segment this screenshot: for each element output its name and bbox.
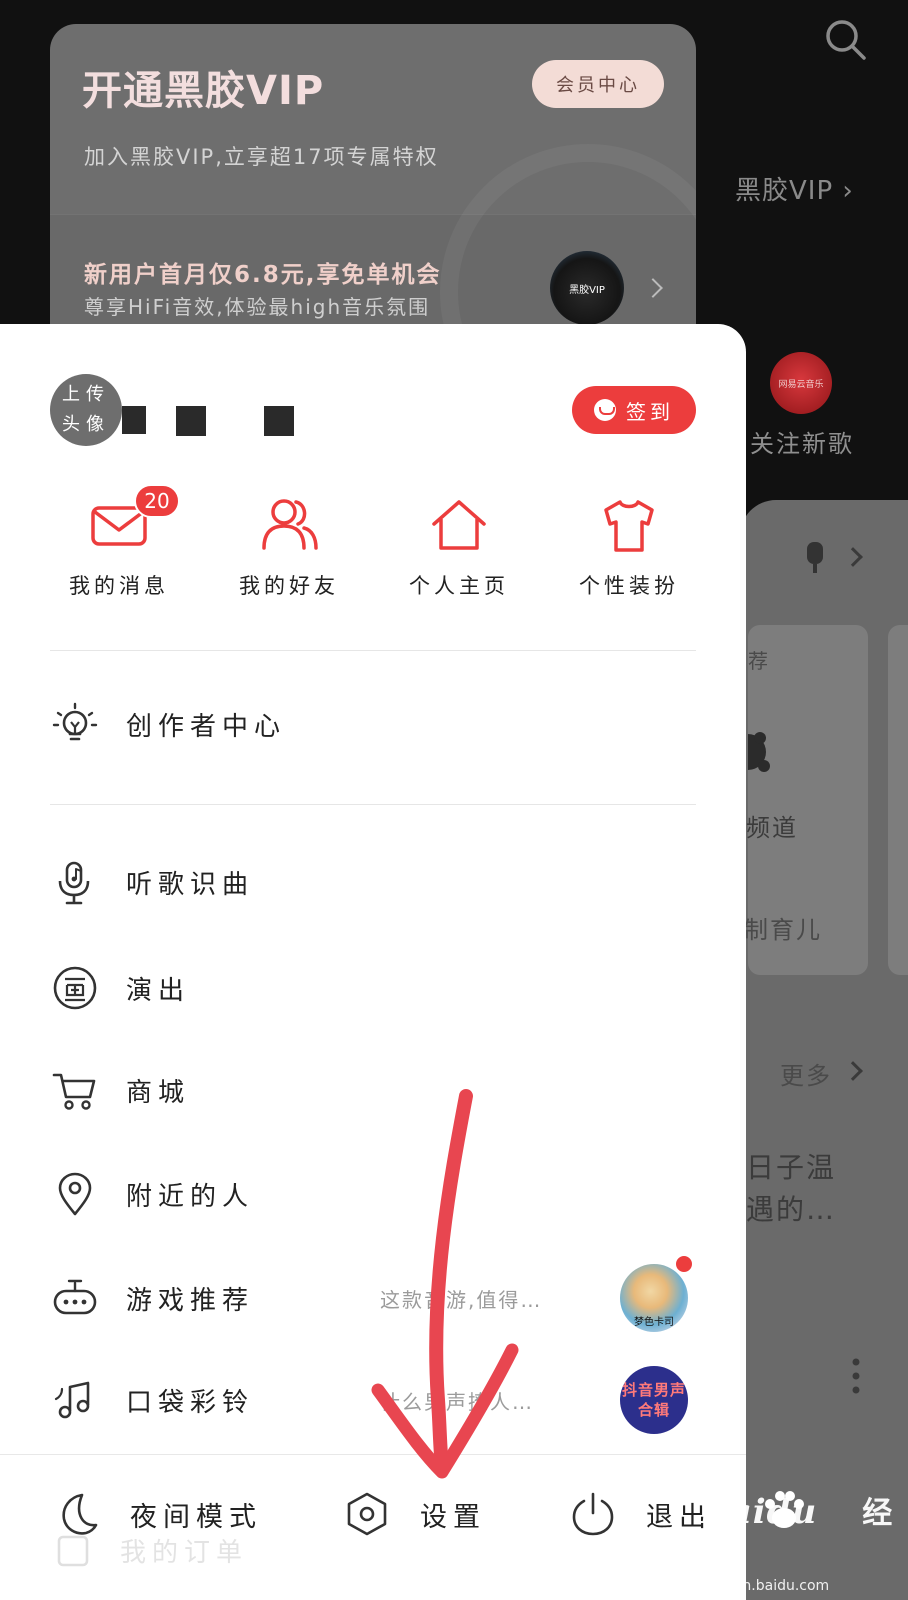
- check-in-label: 签到: [626, 399, 674, 424]
- panda-icon: [748, 732, 770, 772]
- quick-actions: 20 我的消息 我的好友 个人主页 个性装扮: [34, 484, 714, 600]
- vip-link[interactable]: 黑胶VIP ›: [735, 170, 854, 207]
- ringtone-hint: 什么男声撩人…: [380, 1389, 534, 1414]
- ringtone-icon: [54, 1381, 90, 1419]
- menu-label: 游戏推荐: [126, 1285, 255, 1316]
- redacted-username-block: [264, 406, 294, 436]
- check-in-button[interactable]: 签到: [572, 386, 696, 434]
- settings-hexagon-icon: [347, 1492, 387, 1536]
- ringtone-thumbnail[interactable]: 抖音男声合辑: [620, 1366, 688, 1434]
- moon-icon: [62, 1493, 98, 1535]
- ticket-icon: [53, 966, 97, 1010]
- checkin-icon: [594, 399, 616, 421]
- watermark-url: jingyan.baidu.com: [700, 1578, 830, 1594]
- channel-label: 频道: [746, 814, 798, 842]
- orders-label: 我的订单: [120, 1538, 249, 1568]
- gamepad-icon: [53, 1279, 97, 1315]
- location-icon: [58, 1172, 92, 1216]
- power-icon: [572, 1492, 614, 1536]
- mic-music-icon: [58, 861, 90, 905]
- quick-action-homepage[interactable]: 个人主页: [374, 494, 544, 600]
- quick-action-label: 我的消息: [69, 574, 169, 598]
- menu-label: 创作者中心: [126, 711, 287, 742]
- channel-sub: 制育儿: [744, 916, 822, 944]
- menu-label: 听歌识曲: [126, 869, 255, 900]
- logout-button[interactable]: 退出: [570, 1491, 712, 1537]
- vip-promo-card[interactable]: 开通黑胶VIP 加入黑胶VIP,立享超17项专属特权 会员中心 新用户首月仅6.…: [50, 24, 696, 354]
- new-dot: [674, 1254, 694, 1274]
- order-icon: [57, 1535, 89, 1566]
- vip-subtitle: 加入黑胶VIP,立享超17项专属特权: [84, 145, 439, 169]
- menu-label: 演出: [126, 975, 191, 1006]
- offer-title: 新用户首月仅6.8元,享免单机会: [84, 262, 442, 288]
- redacted-username-block: [122, 406, 146, 434]
- menu-item-shows[interactable]: 演出: [52, 956, 698, 1020]
- quick-action-label: 个人主页: [409, 574, 509, 598]
- chevron-right-icon[interactable]: [643, 278, 663, 298]
- divider: [50, 650, 696, 651]
- drawer-bottom-bar: 夜间模式 设置 退出: [0, 1454, 746, 1600]
- side-drawer: 上传 头像 签到 20 我的消息 我的好友 个人主页 个性装扮 创作者中心 听歌…: [0, 324, 746, 1600]
- settings-label: 设置: [420, 1501, 486, 1533]
- divider: [50, 804, 696, 805]
- channel-card-next[interactable]: [888, 625, 908, 975]
- avatar-text-line2: 头像: [62, 414, 110, 435]
- game-recommend-hint: 这款音游,值得…: [380, 1287, 543, 1312]
- menu-item-orders-peek[interactable]: 我的订单: [56, 1532, 248, 1569]
- menu-item-creator-center[interactable]: 创作者中心: [52, 692, 698, 756]
- baidu-jingyan-watermark: Baidu 经验 jingyan.baidu.com: [700, 1488, 908, 1594]
- lightbulb-icon: [52, 702, 98, 741]
- paw-logo-icon: [765, 1491, 804, 1528]
- menu-item-ringtone[interactable]: 口袋彩铃 什么男声撩人… 抖音男声合辑: [52, 1366, 698, 1434]
- netease-avatar: 网易云音乐: [770, 352, 832, 414]
- song-title-line2: 遇的…: [746, 1193, 837, 1226]
- unread-badge: 20: [134, 484, 180, 518]
- quick-action-dressup[interactable]: 个性装扮: [544, 494, 714, 600]
- follow-new-songs-label: 关注新歌: [750, 430, 854, 458]
- song-title-line1: 日子温: [746, 1151, 837, 1184]
- search-icon[interactable]: [822, 16, 868, 62]
- tshirt-icon: [604, 500, 654, 552]
- night-mode-label: 夜间模式: [130, 1501, 262, 1533]
- popsicle-icon: [807, 542, 823, 573]
- vinyl-vip-badge: 黑胶VIP: [550, 251, 624, 325]
- menu-label: 口袋彩铃: [126, 1387, 255, 1418]
- more-dots-icon[interactable]: [852, 1358, 860, 1394]
- game-thumbnail[interactable]: 梦色卡司: [620, 1264, 688, 1332]
- settings-button[interactable]: 设置: [344, 1491, 486, 1537]
- member-center-button[interactable]: 会员中心: [532, 60, 664, 108]
- menu-item-mall[interactable]: 商城: [52, 1058, 698, 1122]
- vip-title: 开通黑胶VIP: [82, 68, 325, 114]
- menu-item-nearby[interactable]: 附近的人: [52, 1162, 698, 1226]
- quick-action-label: 我的好友: [239, 574, 339, 598]
- quick-action-friends[interactable]: 我的好友: [204, 494, 374, 600]
- menu-label: 商城: [126, 1077, 191, 1108]
- more-link[interactable]: 更多: [780, 1056, 832, 1091]
- night-mode-button[interactable]: 夜间模式: [54, 1491, 262, 1537]
- quick-action-label: 个性装扮: [579, 574, 679, 598]
- menu-item-game-recommend[interactable]: 游戏推荐 这款音游,值得… 梦色卡司: [52, 1254, 698, 1332]
- home-icon: [432, 500, 486, 550]
- cart-icon: [52, 1073, 96, 1110]
- menu-label: 附近的人: [126, 1181, 255, 1212]
- offer-subtitle: 尊享HiFi音效,体验最high音乐氛围: [84, 295, 431, 319]
- menu-item-song-recognition[interactable]: 听歌识曲: [52, 850, 698, 914]
- card-top-label: 荐: [748, 649, 770, 673]
- redacted-username-block: [176, 406, 206, 436]
- quick-action-messages[interactable]: 20 我的消息: [34, 484, 204, 600]
- upload-avatar-button[interactable]: 上传 头像: [50, 374, 122, 446]
- avatar-text-line1: 上传: [62, 384, 110, 405]
- friends-icon: [262, 499, 318, 550]
